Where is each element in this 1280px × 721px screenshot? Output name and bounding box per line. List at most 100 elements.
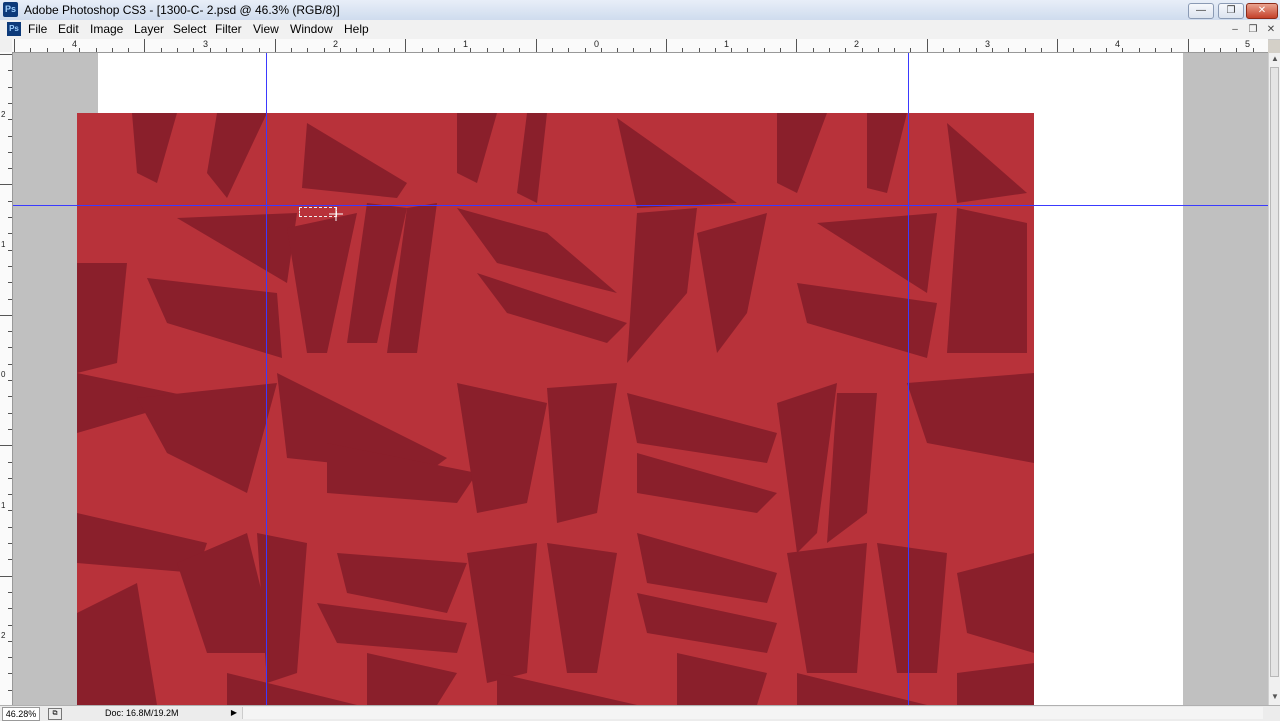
- ruler-tick: [373, 48, 374, 52]
- ruler-tick: [8, 673, 12, 674]
- document-minimize-button[interactable]: –: [1228, 23, 1242, 36]
- menu-layer[interactable]: Layer: [132, 22, 166, 36]
- ruler-tick: [943, 48, 944, 52]
- ruler-tick: [536, 39, 537, 52]
- window-title: Adobe Photoshop CS3 - [1300-C- 2.psd @ 4…: [24, 3, 340, 17]
- ruler-tick: [324, 48, 325, 52]
- ruler-tick: [1090, 48, 1091, 52]
- menu-edit[interactable]: Edit: [56, 22, 81, 36]
- menu-file[interactable]: File: [26, 22, 49, 36]
- horizontal-ruler[interactable]: 4 3 2 1 0 1 2 3 4 5: [12, 39, 1268, 53]
- canvas-area[interactable]: [13, 53, 1268, 705]
- ruler-tick: [8, 87, 12, 88]
- ruler-tick: [1025, 48, 1026, 52]
- ruler-tick: [1057, 39, 1058, 52]
- document-restore-button[interactable]: ❐: [1246, 23, 1260, 36]
- document-icon[interactable]: Ps: [7, 22, 21, 36]
- close-button[interactable]: ✕: [1246, 3, 1278, 19]
- scroll-up-icon[interactable]: ▲: [1269, 53, 1280, 65]
- vertical-ruler[interactable]: 2 1 0 1 2: [0, 52, 13, 705]
- ruler-tick: [8, 592, 12, 593]
- menu-filter[interactable]: Filter: [213, 22, 244, 36]
- ruler-tick: [1041, 48, 1042, 52]
- document-close-button[interactable]: ✕: [1264, 23, 1278, 36]
- status-menu-arrow-icon[interactable]: ▶: [228, 707, 240, 719]
- ruler-tick: [210, 48, 211, 52]
- ruler-tick: [8, 119, 12, 120]
- menu-image[interactable]: Image: [88, 22, 125, 36]
- ruler-tick: [8, 429, 12, 430]
- ruler-tick: [8, 527, 12, 528]
- vertical-scroll-thumb[interactable]: [1270, 67, 1279, 677]
- ruler-tick: [438, 48, 439, 52]
- ruler-tick: [242, 48, 243, 52]
- ruler-tick: [144, 39, 145, 52]
- ruler-tick: [862, 48, 863, 52]
- vertical-guide[interactable]: [266, 53, 267, 705]
- vertical-guide[interactable]: [908, 53, 909, 705]
- crosshair-cursor-icon: [329, 207, 343, 221]
- ruler-tick: [63, 48, 64, 52]
- ruler-tick: [8, 543, 12, 544]
- ruler-tick: [14, 39, 15, 52]
- ruler-tick: [389, 48, 390, 52]
- ruler-tick: [0, 184, 12, 185]
- document-size-info: Doc: 16.8M/19.2M: [105, 708, 179, 718]
- document-status-icon[interactable]: ⧉: [48, 708, 62, 720]
- fabric-pattern: [77, 113, 1034, 705]
- restore-button[interactable]: ❐: [1218, 3, 1244, 19]
- horizontal-scrollbar[interactable]: [242, 707, 1263, 719]
- ruler-tick: [161, 48, 162, 52]
- ruler-label: 1: [1, 501, 6, 510]
- menu-view[interactable]: View: [251, 22, 281, 36]
- zoom-field[interactable]: 46.28%: [2, 707, 40, 721]
- ruler-tick: [0, 54, 12, 55]
- ruler-tick: [47, 48, 48, 52]
- ruler-tick: [8, 152, 12, 153]
- menu-select[interactable]: Select: [171, 22, 208, 36]
- vertical-scrollbar[interactable]: ▲ ▼: [1268, 53, 1280, 705]
- ruler-tick: [8, 494, 12, 495]
- ruler-label: 3: [203, 39, 209, 49]
- ruler-tick: [79, 48, 80, 52]
- ruler-tick: [340, 48, 341, 52]
- ruler-tick: [291, 48, 292, 52]
- ruler-tick: [1253, 48, 1254, 52]
- ruler-tick: [8, 136, 12, 137]
- ruler-tick: [307, 48, 308, 52]
- ruler-label: 3: [985, 39, 991, 49]
- ruler-tick: [8, 396, 12, 397]
- ruler-tick: [487, 48, 488, 52]
- ruler-label: 5: [1245, 39, 1251, 49]
- ruler-tick: [731, 48, 732, 52]
- menu-window[interactable]: Window: [288, 22, 335, 36]
- ruler-tick: [8, 625, 12, 626]
- ruler-label: 4: [72, 39, 78, 49]
- ruler-tick: [8, 690, 12, 691]
- ruler-tick: [405, 39, 406, 52]
- ruler-tick: [1155, 48, 1156, 52]
- ruler-tick: [112, 48, 113, 52]
- ruler-label: 0: [1, 370, 6, 379]
- horizontal-guide[interactable]: [13, 205, 1268, 206]
- ruler-tick: [1139, 48, 1140, 52]
- menu-help[interactable]: Help: [342, 22, 371, 36]
- ruler-tick: [8, 347, 12, 348]
- ruler-tick: [8, 70, 12, 71]
- ruler-tick: [8, 266, 12, 267]
- ruler-tick: [894, 48, 895, 52]
- ruler-tick: [650, 48, 651, 52]
- ruler-tick: [1220, 48, 1221, 52]
- scroll-down-icon[interactable]: ▼: [1269, 691, 1280, 703]
- ruler-label: 2: [333, 39, 339, 49]
- ruler-tick: [992, 48, 993, 52]
- minimize-button[interactable]: —: [1188, 3, 1214, 19]
- ruler-tick: [0, 315, 12, 316]
- menu-bar: Ps File Edit Image Layer Select Filter V…: [0, 20, 1280, 40]
- ruler-tick: [8, 201, 12, 202]
- ruler-tick: [8, 641, 12, 642]
- ruler-tick: [8, 250, 12, 251]
- ruler-tick: [0, 576, 12, 577]
- fabric-image[interactable]: [77, 113, 1034, 705]
- ruler-tick: [585, 48, 586, 52]
